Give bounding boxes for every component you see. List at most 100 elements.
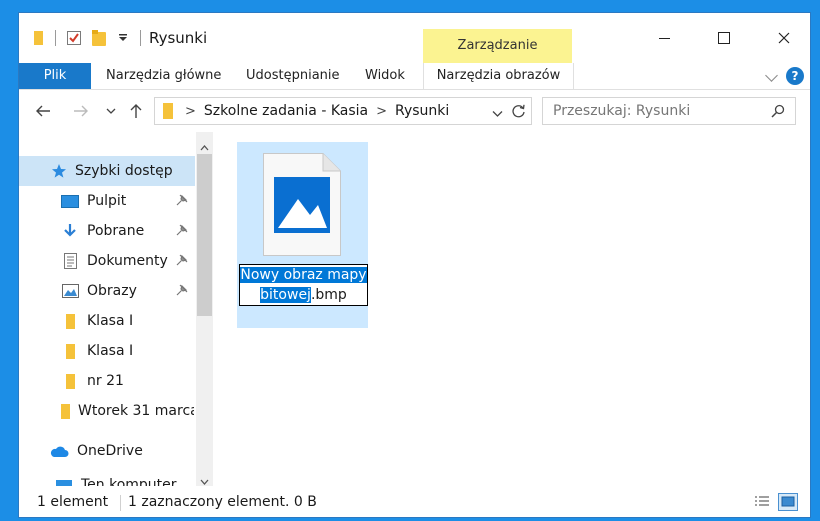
arrow-right-icon xyxy=(74,105,88,117)
arrow-up-icon xyxy=(130,104,142,118)
nav-item-klasa-i-2[interactable]: Klasa I xyxy=(19,336,194,366)
computer-icon xyxy=(55,477,73,486)
tab-picture-tools[interactable]: Narzędzia obrazów xyxy=(423,63,574,89)
filename-selected: bitowej xyxy=(260,287,311,303)
window-title: Rysunki xyxy=(149,29,208,47)
chevron-down-icon xyxy=(492,111,503,117)
chevron-right-icon: > xyxy=(185,103,196,119)
forward-button[interactable] xyxy=(69,99,93,123)
recent-locations-button[interactable] xyxy=(103,99,119,123)
nav-item-klasa-i[interactable]: Klasa I xyxy=(19,306,194,336)
chevron-down-icon xyxy=(106,108,116,114)
nav-item-dokumenty[interactable]: Dokumenty xyxy=(19,246,194,276)
refresh-icon xyxy=(512,104,525,118)
address-row: > Szkolne zadania - Kasia > Rysunki Prze… xyxy=(19,90,810,132)
pictures-icon xyxy=(61,283,79,299)
maximize-button[interactable] xyxy=(694,13,754,63)
minimize-icon xyxy=(658,37,670,39)
scroll-up-icon[interactable] xyxy=(200,139,209,155)
nav-item-pulpit[interactable]: Pulpit xyxy=(19,186,194,216)
nav-item-wtorek[interactable]: Wtorek 31 marca xyxy=(19,396,194,426)
folder-icon xyxy=(61,343,79,359)
breadcrumb-rysunki[interactable]: Rysunki xyxy=(395,103,449,119)
folder-icon xyxy=(61,403,70,419)
tab-home[interactable]: Narzędzia główne xyxy=(106,63,221,89)
separator xyxy=(120,495,121,511)
rename-input[interactable]: Nowy obraz mapy bitowej.bmp xyxy=(239,264,368,306)
folder-icon xyxy=(61,373,79,389)
nav-item-obrazy[interactable]: Obrazy xyxy=(19,276,194,306)
separator xyxy=(55,30,56,46)
nav-label: OneDrive xyxy=(77,443,143,459)
up-button[interactable] xyxy=(125,99,147,123)
navigation-pane: Szybki dostęp Pulpit Pobrane Dokumenty O… xyxy=(19,132,214,486)
tab-share[interactable]: Udostępnianie xyxy=(246,63,340,89)
pin-icon xyxy=(176,284,188,300)
customize-toolbar-icon[interactable] xyxy=(118,33,128,43)
nav-label: Dokumenty xyxy=(87,253,168,269)
bitmap-file-icon xyxy=(263,153,341,256)
large-icons-view-icon xyxy=(781,496,795,507)
address-bar[interactable]: > Szkolne zadania - Kasia > Rysunki xyxy=(154,97,532,125)
file-item[interactable]: Nowy obraz mapy bitowej.bmp xyxy=(237,142,368,328)
nav-item-pobrane[interactable]: Pobrane xyxy=(19,216,194,246)
folder-icon xyxy=(163,103,173,119)
nav-label: Obrazy xyxy=(87,283,137,299)
details-view-button[interactable] xyxy=(752,493,772,511)
refresh-button[interactable] xyxy=(511,103,526,123)
nav-label: Klasa I xyxy=(87,313,134,329)
address-dropdown-button[interactable] xyxy=(492,106,503,122)
file-list: Nowy obraz mapy bitowej.bmp xyxy=(216,132,810,486)
close-icon xyxy=(778,32,790,44)
search-input[interactable]: Przeszukaj: Rysunki xyxy=(542,97,796,125)
nav-label: Ten komputer xyxy=(81,477,177,486)
tab-file[interactable]: Plik xyxy=(19,63,91,89)
folder-icon xyxy=(61,313,79,329)
separator xyxy=(140,30,141,46)
nav-quick-access[interactable]: Szybki dostęp xyxy=(19,156,195,186)
nav-label: nr 21 xyxy=(87,373,124,389)
nav-onedrive[interactable]: OneDrive xyxy=(19,436,194,466)
pin-icon xyxy=(176,224,188,240)
minimize-button[interactable] xyxy=(634,13,694,63)
help-button[interactable]: ? xyxy=(786,67,804,85)
cloud-icon xyxy=(49,443,69,459)
large-icons-view-button[interactable] xyxy=(778,493,798,511)
status-bar: 1 element 1 zaznaczony element. 0 B xyxy=(19,486,810,517)
nav-item-nr-21[interactable]: nr 21 xyxy=(19,366,194,396)
nav-label: Klasa I xyxy=(87,343,134,359)
status-item-count: 1 element xyxy=(37,494,109,510)
scrollbar-thumb[interactable] xyxy=(197,154,212,316)
star-icon xyxy=(51,163,67,179)
details-view-icon xyxy=(755,496,769,506)
chevron-right-icon: > xyxy=(376,103,388,119)
nav-label: Wtorek 31 marca xyxy=(78,403,194,419)
new-folder-icon[interactable] xyxy=(92,30,106,46)
title-bar: Rysunki Zarządzanie xyxy=(19,13,810,63)
properties-icon[interactable] xyxy=(66,30,82,46)
document-icon xyxy=(61,253,79,269)
download-icon xyxy=(61,223,79,239)
expand-ribbon-icon[interactable] xyxy=(765,69,778,82)
search-icon xyxy=(771,104,785,122)
ribbon-tabs: Plik Narzędzia główne Udostępnianie Wido… xyxy=(19,63,810,90)
nav-label: Pulpit xyxy=(87,193,127,209)
nav-label: Szybki dostęp xyxy=(75,163,173,179)
folder-icon xyxy=(31,31,45,45)
filename-extension: .bmp xyxy=(310,287,347,303)
maximize-icon xyxy=(718,32,730,44)
desktop-icon xyxy=(61,193,79,209)
nav-this-pc[interactable]: Ten komputer xyxy=(19,470,194,486)
tab-view[interactable]: Widok xyxy=(365,63,405,89)
arrow-left-icon xyxy=(36,105,50,117)
filename-line1: Nowy obraz mapy xyxy=(240,267,367,283)
status-selection: 1 zaznaczony element. 0 B xyxy=(128,494,317,510)
back-button[interactable] xyxy=(31,99,55,123)
breadcrumb-szkolne-zadania[interactable]: Szkolne zadania - Kasia xyxy=(204,103,368,119)
nav-label: Pobrane xyxy=(87,223,145,239)
pin-icon xyxy=(176,194,188,210)
pin-icon xyxy=(176,254,188,270)
context-tab-group: Zarządzanie xyxy=(423,29,572,63)
close-button[interactable] xyxy=(754,13,810,63)
nav-scrollbar[interactable] xyxy=(196,132,213,486)
